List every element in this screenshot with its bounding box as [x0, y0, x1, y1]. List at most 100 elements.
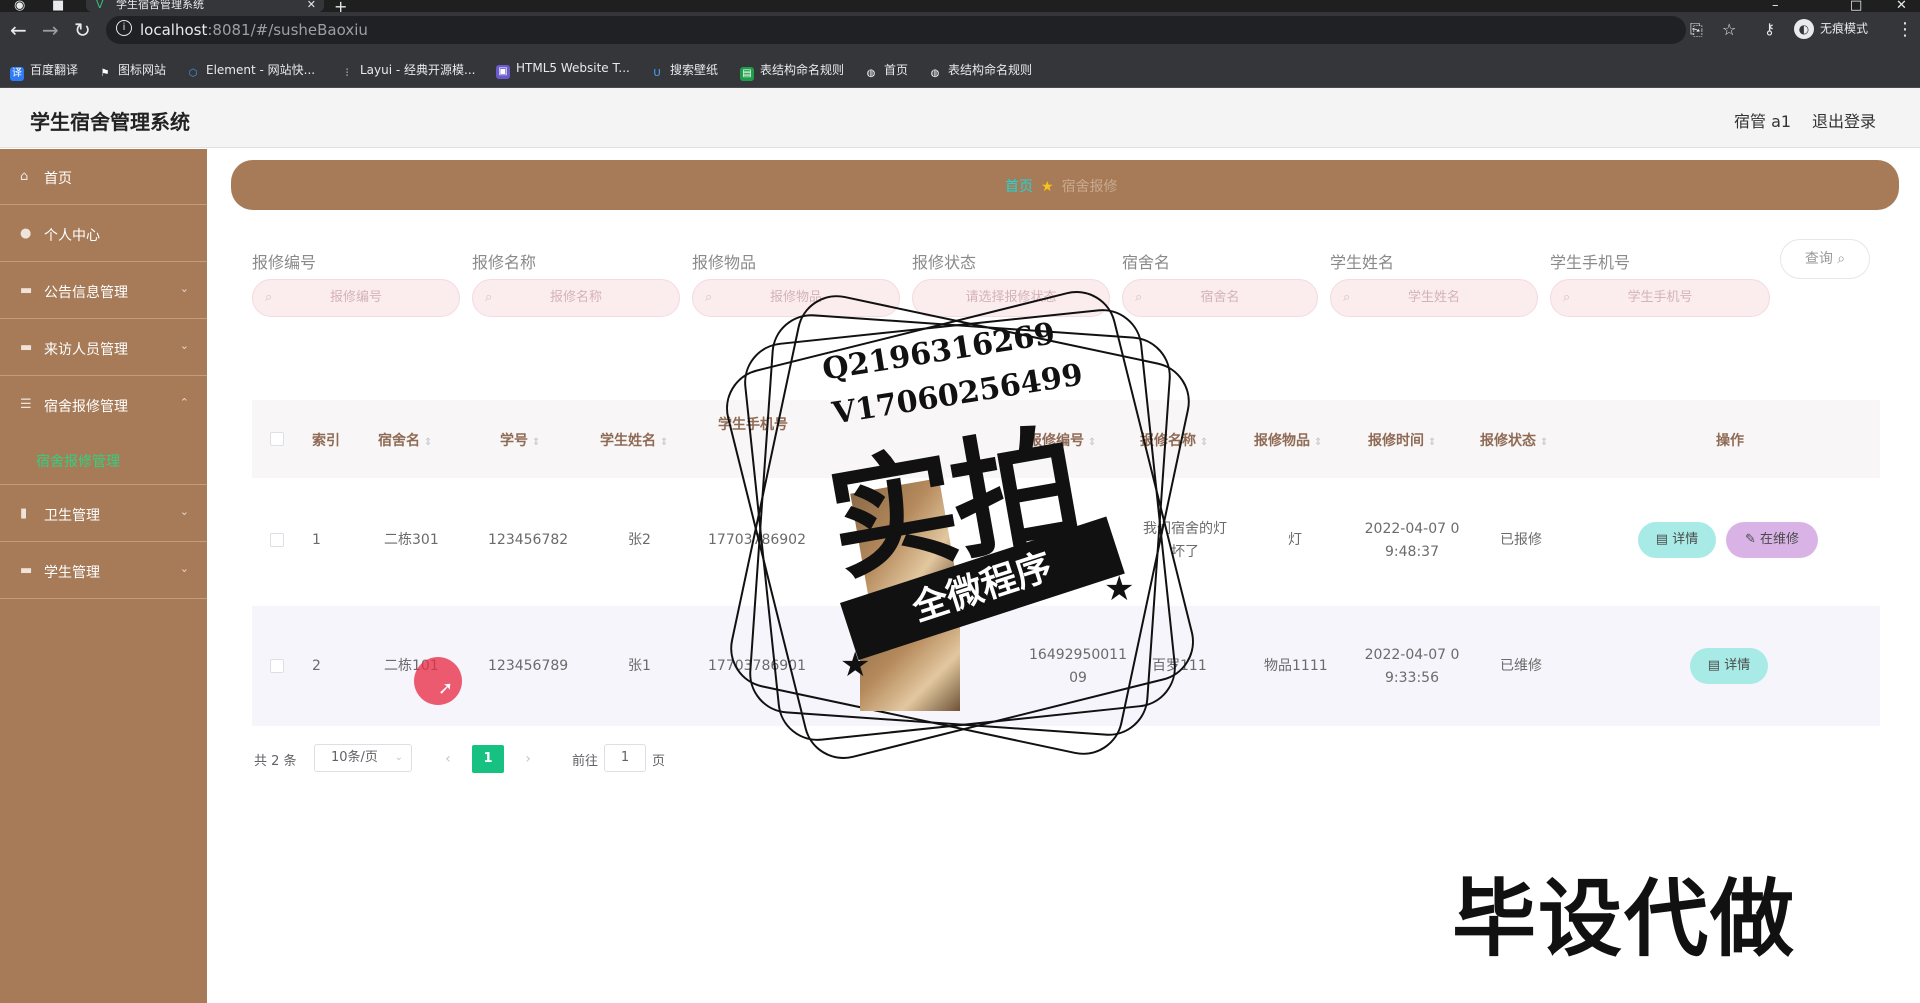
sort-icon[interactable]: ⇕: [424, 437, 432, 448]
logout-link[interactable]: 退出登录: [1812, 108, 1876, 132]
cell-student-no: 123456782: [488, 532, 569, 548]
detail-button[interactable]: ▤ 详情: [1690, 648, 1768, 684]
globe-favicon-icon: ◍: [930, 68, 940, 79]
cell-repair-status: 已维修: [1500, 658, 1542, 674]
app-title: 学生宿舍管理系统: [30, 110, 190, 134]
cell-repair-item: 物品1111: [1264, 658, 1328, 674]
breadcrumb-home[interactable]: 首页: [1005, 179, 1033, 195]
query-button[interactable]: 查询 ⌕: [1780, 239, 1870, 279]
repairing-button-label: 在维修: [1760, 532, 1800, 547]
chevron-down-icon: ⌄: [179, 562, 189, 575]
visitor-icon: ▬: [20, 340, 33, 355]
cell-index: 2: [312, 658, 321, 674]
bookmark-item[interactable]: ⚑ 图标网站: [98, 61, 167, 81]
sidebar-item-hygiene[interactable]: ▮ 卫生管理 ⌄: [0, 486, 207, 542]
sidebar-item-repair[interactable]: ☰ 宿舍报修管理 ⌃: [0, 377, 207, 433]
bookmark-item[interactable]: U 搜索壁纸: [650, 61, 718, 81]
col-header-dorm[interactable]: 宿舍名 ⇕: [378, 430, 432, 450]
chevron-down-icon: ⌄: [179, 282, 189, 295]
cell-repair-time: 2022-04-07 0 9:48:37: [1364, 521, 1460, 560]
sort-icon[interactable]: ⇕: [660, 437, 668, 448]
prev-page-icon[interactable]: ‹: [434, 746, 462, 772]
address-bar[interactable]: i localhost:8081/#/susheBaoxiu ⎘ ☆: [106, 16, 1736, 44]
site-info-icon[interactable]: i: [116, 20, 132, 36]
repairing-button[interactable]: ✎ 在维修: [1726, 522, 1818, 558]
bookmark-item[interactable]: 译百度翻译: [10, 61, 78, 81]
col-header-repair-status[interactable]: 报修状态 ⇕: [1480, 430, 1548, 450]
sort-icon[interactable]: ⇕: [532, 437, 540, 448]
phone-input[interactable]: ⌕ 学生手机号: [1550, 279, 1770, 317]
filter-label-dorm: 宿舍名: [1122, 253, 1171, 272]
browser-tab-strip: ◉ ■ V 学生宿舍管理系统 ✕ + – □ ✕: [0, 0, 1920, 16]
next-page-icon[interactable]: ›: [514, 746, 542, 772]
search-icon: ⌕: [705, 290, 713, 305]
flag-favicon-icon: ⚑: [100, 68, 110, 79]
sidebar-item-visitor[interactable]: ▬ 来访人员管理 ⌄: [0, 320, 207, 376]
sidebar-item-profile[interactable]: ● 个人中心: [0, 206, 207, 262]
star-icon: ★: [840, 645, 871, 685]
bookmark-item[interactable]: ▤ 表结构命名规则: [740, 61, 844, 81]
browser-tab[interactable]: V 学生宿舍管理系统 ✕: [86, 0, 324, 12]
sidebar-item-home[interactable]: ⌂ 首页: [0, 149, 207, 205]
filter-label-phone: 学生手机号: [1550, 253, 1631, 272]
student-name-input[interactable]: ⌕ 学生姓名: [1330, 279, 1538, 317]
bookmark-item[interactable]: ⫶ Layui - 经典开源模...: [340, 61, 476, 81]
col-header-actions: 操作: [1716, 433, 1744, 449]
col-header-student-name[interactable]: 学生姓名 ⇕: [600, 430, 668, 450]
reload-icon[interactable]: ↻: [74, 18, 91, 42]
search-icon: ⌕: [1837, 251, 1846, 267]
app-header: 学生宿舍管理系统 宿管 a1 退出登录: [0, 88, 1920, 148]
sidebar: ⌂ 首页 ● 个人中心 ▬ 公告信息管理 ⌄ ▬ 来访人员管理 ⌄ ☰ 宿舍报修…: [0, 149, 207, 1003]
input-placeholder: 学生姓名: [1407, 290, 1460, 305]
browser-menu-kebab-icon[interactable]: ⋮: [1896, 19, 1914, 40]
tab-close-icon[interactable]: ✕: [307, 0, 316, 10]
repair-name-input[interactable]: ⌕ 报修名称: [472, 279, 680, 317]
password-key-icon[interactable]: ⚷: [1764, 20, 1775, 38]
row-checkbox[interactable]: [270, 533, 284, 547]
sidebar-item-label: 学生管理: [44, 565, 100, 581]
sort-icon[interactable]: ⇕: [1428, 437, 1436, 448]
cell-student-name: 张1: [628, 658, 651, 674]
sidebar-item-notice[interactable]: ▬ 公告信息管理 ⌄: [0, 263, 207, 319]
cell-repair-time: 2022-04-07 0 9:33:56: [1364, 647, 1460, 686]
row-checkbox[interactable]: [270, 659, 284, 673]
bookmark-item[interactable]: ⬡ Element - 网站快...: [186, 61, 315, 81]
sort-icon[interactable]: ⇕: [1200, 437, 1208, 448]
forward-icon[interactable]: →: [42, 18, 59, 42]
select-all-checkbox[interactable]: [270, 432, 284, 446]
bookmarks-bar: 译百度翻译 ⚑ 图标网站 ⬡ Element - 网站快... ⫶ Layui - 经…: [0, 50, 1920, 88]
page-number-current[interactable]: 1: [472, 745, 504, 773]
sidebar-item-student[interactable]: ▬ 学生管理 ⌄: [0, 543, 207, 599]
page-size-select[interactable]: 10条/页 ⌄: [314, 744, 412, 772]
sheet-favicon-icon: ▤: [740, 67, 754, 81]
cell-dorm: 二栋301: [384, 532, 439, 548]
star-icon: ★: [1104, 569, 1135, 609]
cell-student-no: 123456789: [488, 658, 569, 674]
back-icon[interactable]: ←: [10, 18, 27, 42]
sidebar-item-label: 卫生管理: [44, 508, 100, 524]
filter-label-repair-item: 报修物品: [692, 253, 757, 272]
pagination-total: 共 2 条: [254, 754, 297, 769]
col-header-student-no[interactable]: 学号 ⇕: [500, 430, 540, 450]
sort-icon[interactable]: ⇕: [1314, 437, 1322, 448]
bookmark-item[interactable]: ▣ HTML5 Website T...: [496, 61, 630, 79]
bookmark-item[interactable]: ◍ 首页: [864, 61, 908, 81]
goto-page-input[interactable]: 1: [604, 744, 646, 772]
repair-icon: ☰: [20, 397, 32, 412]
bookmark-star-icon[interactable]: ☆: [1722, 20, 1736, 39]
repair-no-input[interactable]: ⌕ 报修编号: [252, 279, 460, 317]
sort-icon[interactable]: ⇕: [1540, 437, 1548, 448]
page-size-value: 10条/页: [331, 750, 378, 765]
edit-icon: ✎: [1744, 532, 1756, 547]
incognito-indicator[interactable]: ◐ 无痕模式: [1794, 19, 1868, 39]
star-icon: ★: [1041, 179, 1054, 195]
sidebar-subitem-repair-manage[interactable]: 宿舍报修管理: [0, 433, 207, 485]
col-header-repair-time[interactable]: 报修时间 ⇕: [1368, 430, 1436, 450]
input-placeholder: 宿舍名: [1200, 290, 1240, 305]
tab-title: 学生宿舍管理系统: [116, 0, 204, 11]
detail-button[interactable]: ▤ 详情: [1638, 522, 1716, 558]
bookmark-item[interactable]: ◍ 表结构命名规则: [928, 61, 1032, 81]
translate-icon[interactable]: ⎘: [1690, 20, 1703, 40]
col-header-repair-item[interactable]: 报修物品 ⇕: [1254, 430, 1322, 450]
sidebar-subitem-label: 宿舍报修管理: [36, 454, 120, 470]
